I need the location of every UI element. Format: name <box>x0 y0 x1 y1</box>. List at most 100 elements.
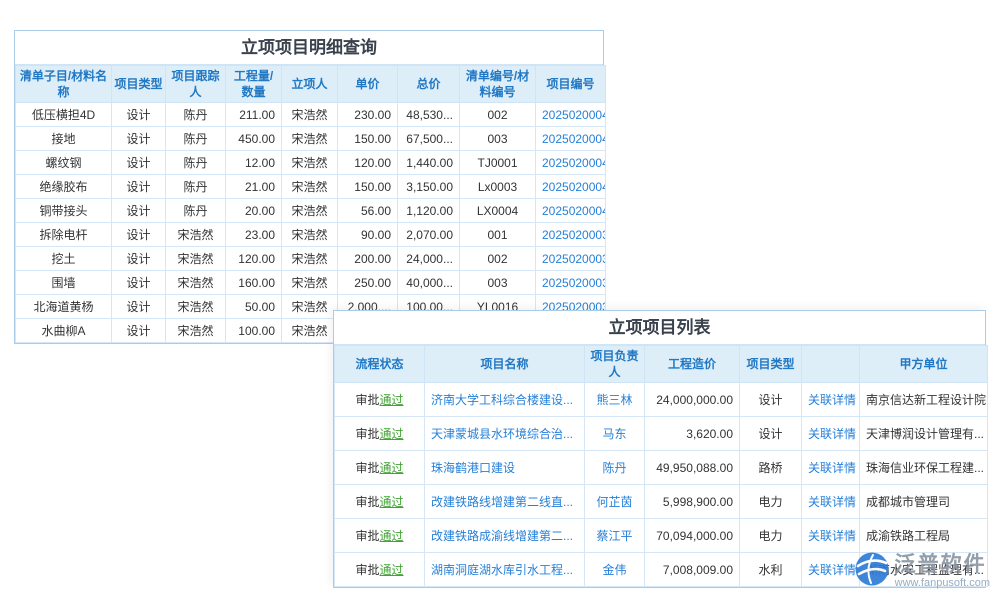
status-prefix: 审批 <box>355 495 379 509</box>
related-detail-link[interactable]: 关联详情 <box>808 495 856 509</box>
table-row: 审批通过改建铁路线增建第二线直...何芷茵5,998,900.00电力关联详情成… <box>335 485 988 519</box>
status-prefix: 审批 <box>355 461 379 475</box>
project-no-cell: 2025020003 <box>536 247 606 271</box>
code-cell: TJ0001 <box>460 151 536 175</box>
table-row: 审批通过珠海鹤港口建设陈丹49,950,088.00路桥关联详情珠海信业环保工程… <box>335 451 988 485</box>
type-cell: 路桥 <box>740 451 802 485</box>
client-cell: 南京信达新工程设计院 <box>860 383 988 417</box>
unit-price-cell: 56.00 <box>338 199 398 223</box>
status-prefix: 审批 <box>355 393 379 407</box>
project-no-link[interactable]: 2025020004 <box>542 108 606 122</box>
initiator-cell: 宋浩然 <box>282 199 338 223</box>
code-cell: 003 <box>460 271 536 295</box>
total-price-cell: 24,000... <box>398 247 460 271</box>
related-detail-link[interactable]: 关联详情 <box>808 393 856 407</box>
project-name-cell: 济南大学工科综合楼建设... <box>425 383 585 417</box>
related-detail-link[interactable]: 关联详情 <box>808 427 856 441</box>
project-name-cell: 湖南洞庭湖水库引水工程... <box>425 553 585 587</box>
quantity-cell: 12.00 <box>226 151 282 175</box>
type-cell: 设计 <box>740 417 802 451</box>
quantity-cell: 50.00 <box>226 295 282 319</box>
project-name-link[interactable]: 湖南洞庭湖水库引水工程... <box>431 563 573 577</box>
status-pass-link[interactable]: 通过 <box>380 563 404 577</box>
project-no-link[interactable]: 2025020004 <box>542 132 606 146</box>
manager-link[interactable]: 金伟 <box>602 563 626 577</box>
initiator-cell: 宋浩然 <box>282 103 338 127</box>
quantity-cell: 20.00 <box>226 199 282 223</box>
project-no-link[interactable]: 2025020003 <box>542 276 606 290</box>
project-name-link[interactable]: 天津蒙城县水环境综合治... <box>431 427 573 441</box>
status-cell: 审批通过 <box>335 451 425 485</box>
project-no-link[interactable]: 2025020003 <box>542 228 606 242</box>
table-row: 螺纹钢设计陈丹12.00宋浩然120.001,440.00TJ000120250… <box>16 151 606 175</box>
project-name-link[interactable]: 改建铁路成渝线增建第二... <box>431 529 573 543</box>
total-price-cell: 3,150.00 <box>398 175 460 199</box>
tracker-cell: 宋浩然 <box>166 271 226 295</box>
detail-column-header: 工程量/数量 <box>226 66 282 103</box>
status-pass-link[interactable]: 通过 <box>380 427 404 441</box>
project-name-link[interactable]: 珠海鹤港口建设 <box>431 461 515 475</box>
material-name-cell: 水曲柳A <box>16 319 112 343</box>
project-name-cell: 改建铁路线增建第二线直... <box>425 485 585 519</box>
project-type-cell: 设计 <box>112 223 166 247</box>
project-type-cell: 设计 <box>112 271 166 295</box>
initiator-cell: 宋浩然 <box>282 223 338 247</box>
project-name-link[interactable]: 改建铁路线增建第二线直... <box>431 495 573 509</box>
code-cell: LX0004 <box>460 199 536 223</box>
status-prefix: 审批 <box>355 529 379 543</box>
initiator-cell: 宋浩然 <box>282 127 338 151</box>
unit-price-cell: 90.00 <box>338 223 398 247</box>
tracker-cell: 宋浩然 <box>166 223 226 247</box>
client-cell: 珠海信业环保工程建... <box>860 451 988 485</box>
quantity-cell: 160.00 <box>226 271 282 295</box>
material-name-cell: 绝缘胶布 <box>16 175 112 199</box>
status-pass-link[interactable]: 通过 <box>380 495 404 509</box>
code-cell: Lx0003 <box>460 175 536 199</box>
project-no-link[interactable]: 2025020004 <box>542 204 606 218</box>
type-cell: 电力 <box>740 485 802 519</box>
cost-cell: 3,620.00 <box>645 417 740 451</box>
project-name-link[interactable]: 济南大学工科综合楼建设... <box>431 393 573 407</box>
manager-link[interactable]: 马东 <box>602 427 626 441</box>
header-row: 清单子目/材料名称项目类型项目跟踪人工程量/数量立项人单价总价清单编号/材料编号… <box>16 66 606 103</box>
related-detail-link[interactable]: 关联详情 <box>808 529 856 543</box>
status-cell: 审批通过 <box>335 519 425 553</box>
total-price-cell: 2,070.00 <box>398 223 460 247</box>
manager-link[interactable]: 何芷茵 <box>596 495 632 509</box>
tracker-cell: 宋浩然 <box>166 319 226 343</box>
quantity-cell: 21.00 <box>226 175 282 199</box>
tracker-cell: 宋浩然 <box>166 295 226 319</box>
manager-cell: 蔡江平 <box>585 519 645 553</box>
related-detail-link[interactable]: 关联详情 <box>808 461 856 475</box>
project-no-link[interactable]: 2025020004 <box>542 180 606 194</box>
list-column-header: 项目类型 <box>740 346 802 383</box>
total-price-cell: 1,440.00 <box>398 151 460 175</box>
related-detail-link[interactable]: 关联详情 <box>808 563 856 577</box>
manager-link[interactable]: 熊三林 <box>596 393 632 407</box>
manager-link[interactable]: 陈丹 <box>602 461 626 475</box>
project-no-cell: 2025020004 <box>536 151 606 175</box>
initiator-cell: 宋浩然 <box>282 175 338 199</box>
table-row: 拆除电杆设计宋浩然23.00宋浩然90.002,070.000012025020… <box>16 223 606 247</box>
manager-link[interactable]: 蔡江平 <box>596 529 632 543</box>
table-row: 绝缘胶布设计陈丹21.00宋浩然150.003,150.00Lx00032025… <box>16 175 606 199</box>
cost-cell: 24,000,000.00 <box>645 383 740 417</box>
project-no-link[interactable]: 2025020003 <box>542 252 606 266</box>
detail-column-header: 立项人 <box>282 66 338 103</box>
project-name-cell: 天津蒙城县水环境综合治... <box>425 417 585 451</box>
list-panel-title: 立项项目列表 <box>334 311 985 345</box>
material-name-cell: 围墙 <box>16 271 112 295</box>
related-detail-cell: 关联详情 <box>802 383 860 417</box>
status-pass-link[interactable]: 通过 <box>380 529 404 543</box>
manager-cell: 马东 <box>585 417 645 451</box>
status-pass-link[interactable]: 通过 <box>380 393 404 407</box>
unit-price-cell: 150.00 <box>338 127 398 151</box>
client-cell: 天津博润设计管理有... <box>860 417 988 451</box>
status-pass-link[interactable]: 通过 <box>380 461 404 475</box>
material-name-cell: 挖土 <box>16 247 112 271</box>
project-no-link[interactable]: 2025020004 <box>542 156 606 170</box>
related-detail-cell: 关联详情 <box>802 451 860 485</box>
project-no-cell: 2025020003 <box>536 223 606 247</box>
client-cell: 成都城市管理司 <box>860 485 988 519</box>
unit-price-cell: 120.00 <box>338 151 398 175</box>
